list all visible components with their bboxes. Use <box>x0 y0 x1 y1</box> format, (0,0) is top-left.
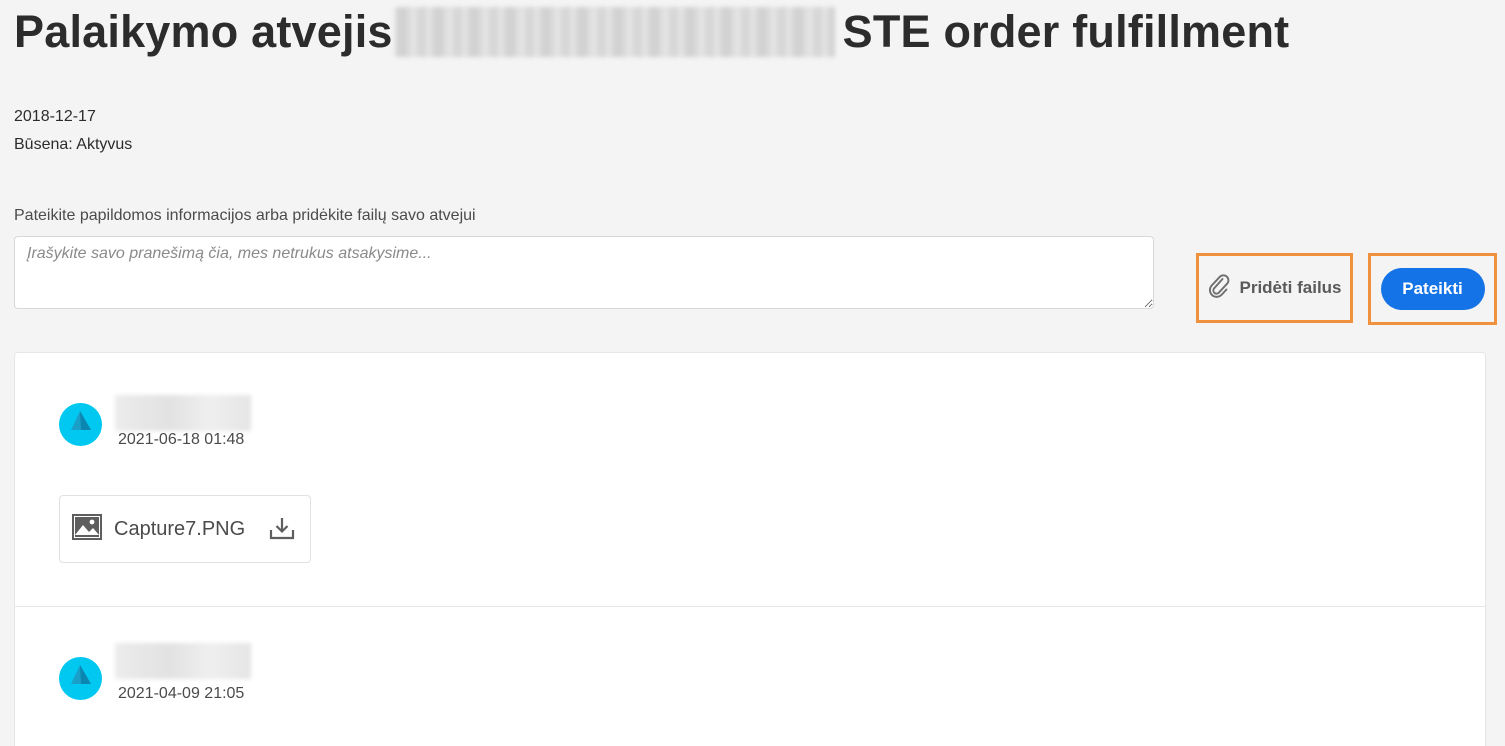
entry-timestamp: 2021-04-09 21:05 <box>118 685 245 702</box>
redacted-author-name <box>115 643 251 679</box>
entry-timestamp: 2021-06-18 01:48 <box>118 431 245 448</box>
thread-entry: 2021-06-18 01:48 Capture7.PNG <box>15 353 1485 607</box>
attach-files-label: Pridėti failus <box>1239 278 1342 297</box>
redacted-case-number <box>394 7 835 57</box>
attachment-file-name[interactable]: Capture7.PNG <box>114 518 245 541</box>
case-date: 2018-12-17 <box>14 108 96 125</box>
case-status: Būsena: Aktyvus <box>14 136 133 153</box>
page-title: Palaikymo atvejis STE order fulfillment <box>14 4 1289 60</box>
attach-highlight: Pridėti failus <box>1196 253 1353 323</box>
support-case-page: Palaikymo atvejis STE order fulfillment … <box>0 0 1505 746</box>
message-input[interactable] <box>14 236 1154 309</box>
submit-highlight: Pateikti <box>1368 253 1497 325</box>
title-suffix: STE order fulfillment <box>842 6 1290 57</box>
submit-button[interactable]: Pateikti <box>1380 268 1485 310</box>
avatar <box>59 657 102 700</box>
thread-entry: 2021-04-09 21:05 <box>15 607 1485 746</box>
image-icon <box>72 513 102 545</box>
message-label: Pateikite papildomos informacijos arba p… <box>14 207 476 224</box>
download-button[interactable] <box>269 516 295 543</box>
avatar <box>59 403 102 446</box>
redacted-author-name <box>115 395 251 431</box>
attachment-card[interactable]: Capture7.PNG <box>59 495 311 563</box>
download-icon <box>269 516 295 543</box>
title-prefix: Palaikymo atvejis <box>14 6 393 57</box>
attach-files-button[interactable]: Pridėti failus <box>1207 273 1342 304</box>
paperclip-icon <box>1207 273 1231 304</box>
message-thread: 2021-06-18 01:48 Capture7.PNG 2021-04-09… <box>14 352 1486 746</box>
